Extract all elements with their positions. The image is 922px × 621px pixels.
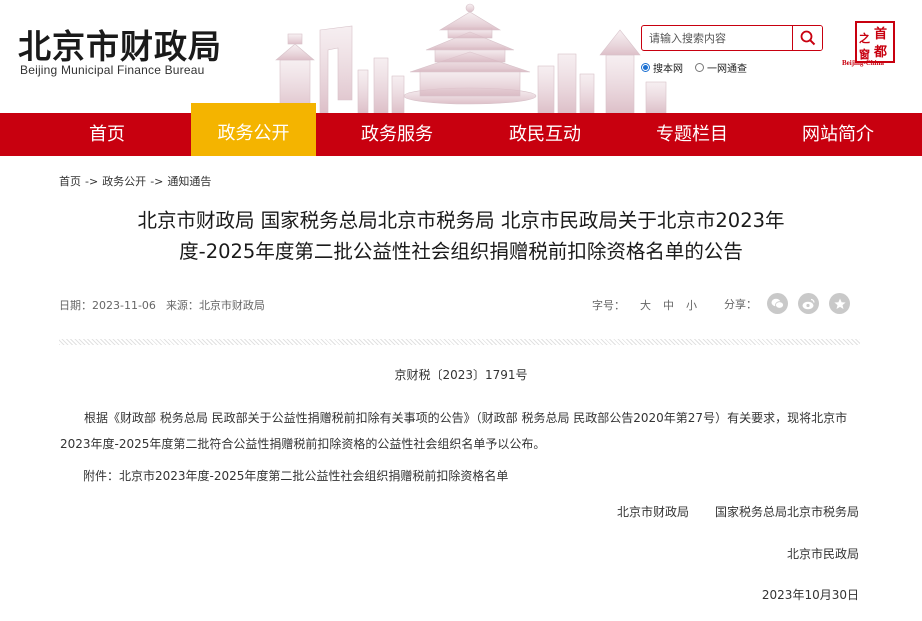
font-size-large[interactable]: 大 [640,297,651,313]
scope-label: 一网通查 [707,64,747,75]
svg-text:首: 首 [874,26,887,41]
search-box [641,25,823,51]
wechat-icon[interactable] [767,293,788,314]
nav-item-gov-affairs[interactable]: 政务公开 [191,104,316,156]
font-size-control: 字号： 大 中 小 [592,297,697,313]
publish-date: 2023-11-06 [92,299,156,312]
breadcrumb: 首页 -> 政务公开 -> 通知通告 [59,173,211,189]
article-meta: 日期：2023-11-06 来源：北京市财政局 [59,297,265,313]
breadcrumb-separator: -> [150,175,164,188]
main-nav: 首页 政务公开 政务服务 政民互动 专题栏目 网站简介 [0,104,922,156]
date-label: 日期： [59,299,92,312]
svg-text:之: 之 [859,31,870,45]
signer: 北京市财政局 [616,505,689,519]
font-size-medium[interactable]: 中 [663,297,674,313]
nav-item-about[interactable]: 网站简介 [779,113,897,156]
article-container: 首页 -> 政务公开 -> 通知通告 北京市财政局 国家税务总局北京市税务局 北京市民政… [20,156,902,621]
breadcrumb-notices[interactable]: 通知通告 [167,175,211,188]
search-scope: 搜本网 一网通查 [641,60,755,75]
attachment-link[interactable]: 附件：北京市2023年度-2025年度第二批公益性社会组织捐赠税前扣除资格名单 [83,467,508,484]
source-label: 来源： [165,299,199,312]
search-input[interactable] [642,26,792,50]
radio-unchecked-icon[interactable] [695,63,704,72]
search-button[interactable] [792,26,822,50]
breadcrumb-home[interactable]: 首页 [59,175,81,188]
scope-label: 搜本网 [653,64,683,75]
weibo-icon[interactable] [798,293,819,314]
article-title-line: 度-2025年度第二批公益性社会组织捐赠税前扣除资格名单的公告 [179,240,743,263]
nav-item-home[interactable]: 首页 [48,113,166,156]
signer: 北京市民政局 [786,547,859,561]
document-number: 京财税〔2023〕1791号 [394,368,528,382]
site-title[interactable]: 北京市财政局 [18,20,222,68]
article-title: 北京市财政局 国家税务总局北京市税务局 北京市民政局关于北京市2023年 度-2… [60,205,862,267]
search-icon [800,30,815,46]
share-label: 分享： [724,297,757,311]
article-body: 根据《财政部 税务总局 民政部关于公益性捐赠税前扣除有关事项的公告》（财政部 税… [60,411,848,451]
radio-checked-icon[interactable] [641,63,650,72]
site-header: 北京市财政局 Beijing Municipal Finance Bureau [0,0,922,113]
favorite-icon[interactable] [829,293,850,314]
signers-row: 北京市财政局 国家税务总局北京市税务局 [617,503,859,520]
nav-item-interaction[interactable]: 政民互动 [486,113,604,156]
font-size-small[interactable]: 小 [686,297,697,313]
scope-option-site[interactable]: 搜本网 [641,60,683,75]
site-subtitle: Beijing Municipal Finance Bureau [20,63,205,77]
svg-text:都: 都 [873,44,887,59]
breadcrumb-gov-affairs[interactable]: 政务公开 [102,175,146,188]
breadcrumb-separator: -> [85,175,99,188]
sign-date: 2023年10月30日 [761,588,859,602]
beijing-skyline-banner [275,3,667,113]
scope-option-all[interactable]: 一网通查 [695,60,747,75]
share-bar: 分享： [724,293,860,314]
article-source: 北京市财政局 [198,299,265,312]
nav-item-topics[interactable]: 专题栏目 [633,113,751,156]
dotted-divider [59,339,860,345]
font-size-label: 字号： [592,299,625,312]
article-title-line: 北京市财政局 国家税务总局北京市税务局 北京市民政局关于北京市2023年 [137,209,785,232]
signer: 国家税务总局北京市税务局 [714,505,859,519]
nav-item-services[interactable]: 政务服务 [338,113,456,156]
seal-caption: Beijing-China [842,59,885,67]
